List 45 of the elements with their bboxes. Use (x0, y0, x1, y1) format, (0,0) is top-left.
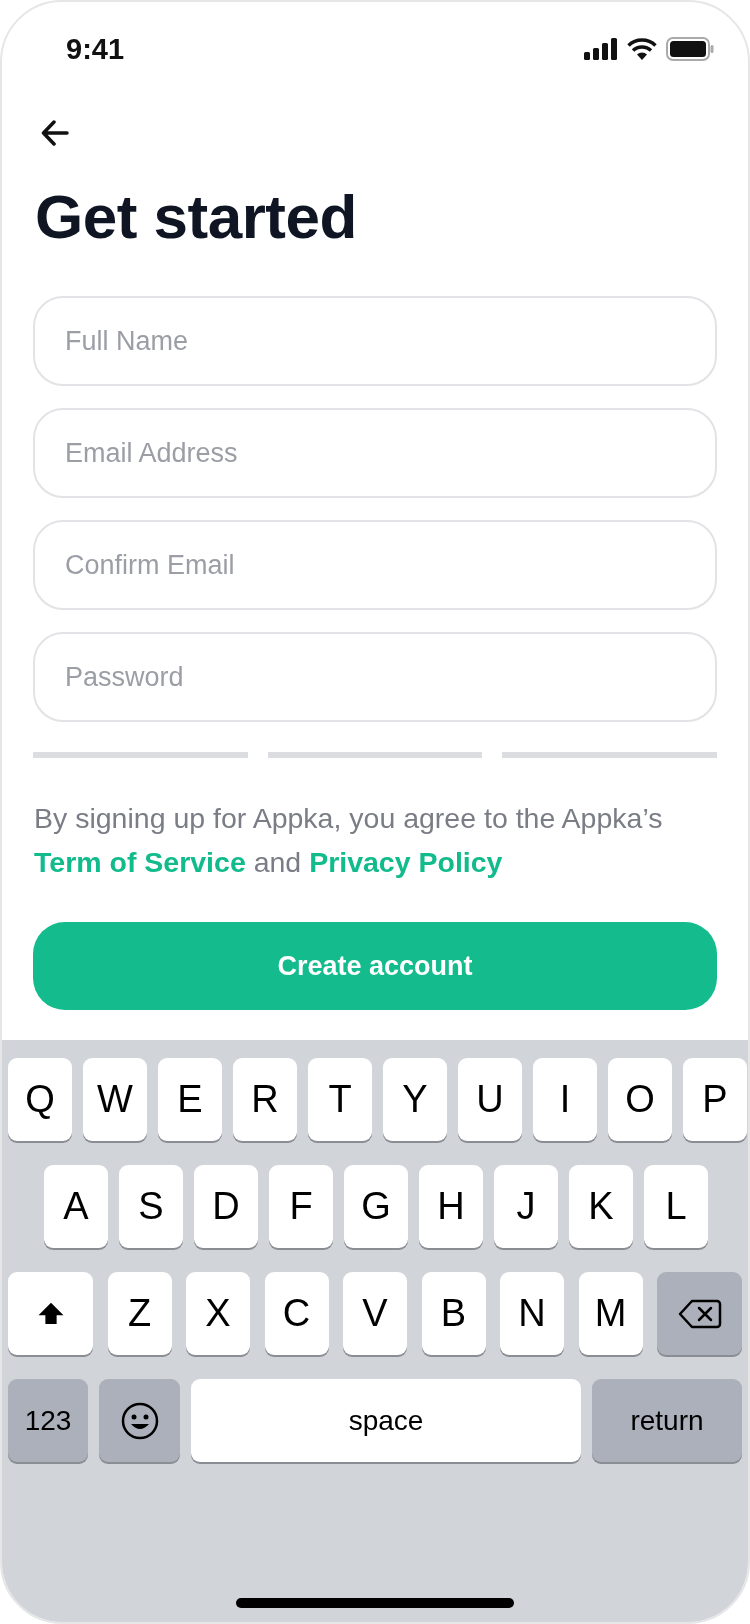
letter-key[interactable]: L (644, 1165, 708, 1248)
letter-key[interactable]: P (683, 1058, 747, 1141)
letter-key[interactable]: J (494, 1165, 558, 1248)
letter-key[interactable]: M (578, 1272, 643, 1355)
letter-key[interactable]: S (119, 1165, 183, 1248)
input-field[interactable]: Password (33, 632, 717, 722)
signal-icon (584, 38, 618, 60)
letter-key[interactable]: R (233, 1058, 297, 1141)
input-field[interactable]: Full Name (33, 296, 717, 386)
letter-key[interactable]: I (533, 1058, 597, 1141)
page-title: Get started (35, 181, 358, 252)
emoji-key[interactable] (99, 1379, 180, 1462)
input-field[interactable]: Confirm Email (33, 520, 717, 610)
wifi-icon (627, 38, 657, 60)
letter-key[interactable]: W (83, 1058, 147, 1141)
letter-key[interactable]: B (421, 1272, 486, 1355)
numbers-key[interactable]: 123 (8, 1379, 88, 1462)
letter-key[interactable]: V (343, 1272, 407, 1355)
input-field[interactable]: Email Address (33, 408, 717, 498)
letter-key[interactable]: O (608, 1058, 672, 1141)
letter-key[interactable]: A (44, 1165, 108, 1248)
letter-key[interactable]: G (344, 1165, 408, 1248)
letter-key[interactable]: E (158, 1058, 222, 1141)
backspace-icon (677, 1297, 722, 1330)
letter-key[interactable]: N (500, 1272, 564, 1355)
letter-key[interactable]: F (269, 1165, 333, 1248)
letter-key[interactable]: K (569, 1165, 633, 1248)
smiley-icon (119, 1400, 160, 1441)
battery-icon (666, 37, 714, 61)
letter-key[interactable]: Z (107, 1272, 172, 1355)
letter-key[interactable]: H (419, 1165, 483, 1248)
delete-key[interactable] (657, 1272, 742, 1355)
letter-key[interactable]: T (308, 1058, 372, 1141)
letter-key[interactable]: Q (8, 1058, 72, 1141)
letter-key[interactable]: C (264, 1272, 329, 1355)
letter-key[interactable]: Y (383, 1058, 447, 1141)
letter-key[interactable]: D (194, 1165, 258, 1248)
back-arrow-icon (41, 120, 69, 146)
terms-text: By signing up for Appka, you agree to the Appka’s Term of Service and Privacy Policy (34, 801, 664, 881)
space-key[interactable]: space (191, 1379, 581, 1462)
return-key[interactable]: return (592, 1379, 742, 1462)
shift-key[interactable] (8, 1272, 93, 1355)
letter-key[interactable]: X (186, 1272, 250, 1355)
letter-key[interactable]: U (458, 1058, 522, 1141)
status-time: 9:41 (66, 32, 125, 66)
